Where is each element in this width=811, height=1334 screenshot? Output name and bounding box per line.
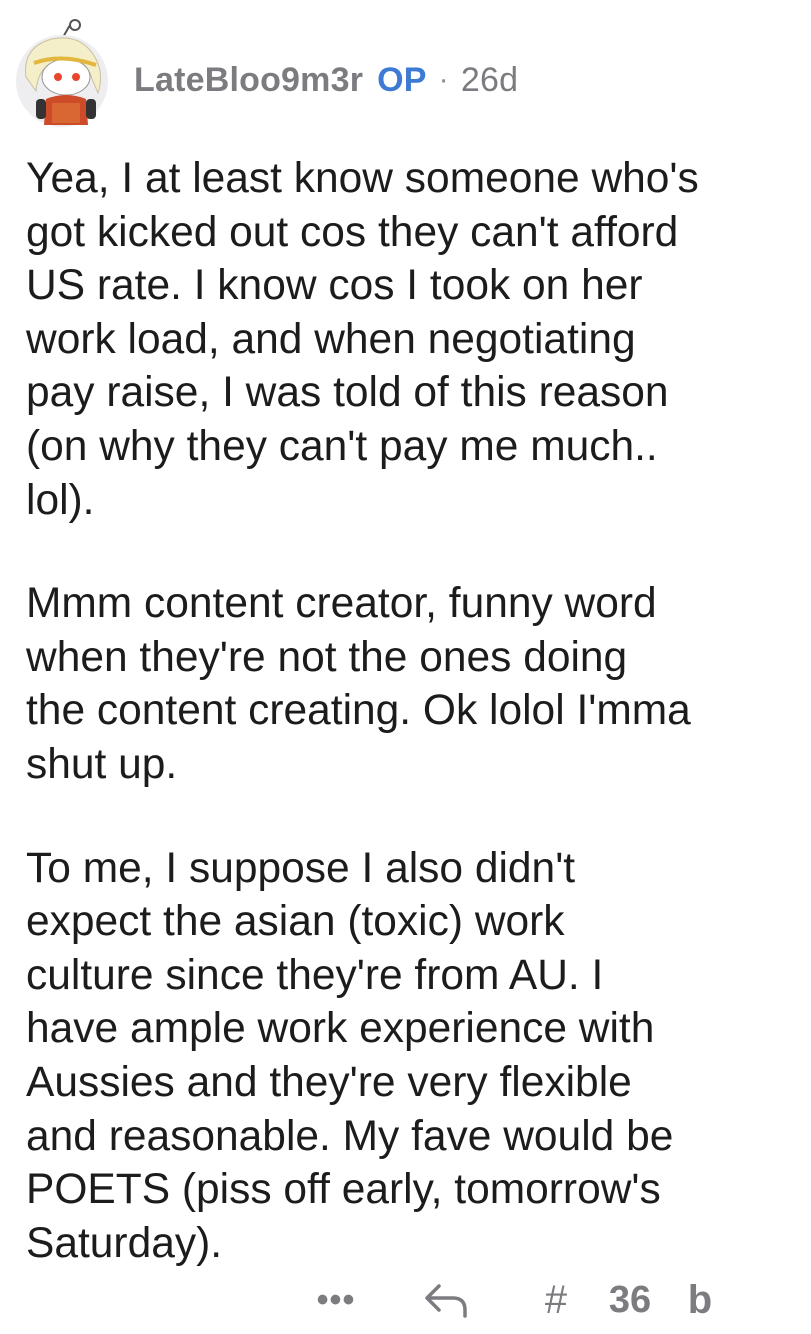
comment-age: 26d	[460, 60, 519, 99]
username-link[interactable]: LateBloo9m3r	[134, 61, 363, 100]
vote-score: 36	[608, 1278, 652, 1321]
comment-paragraph: Yea, I at least know someone who's got k…	[26, 155, 699, 524]
reply-arrow-icon	[425, 1284, 467, 1318]
more-options-button[interactable]: •••	[312, 1270, 360, 1330]
reply-button[interactable]	[418, 1270, 474, 1330]
comment-body: Yea, I at least know someone who's got k…	[26, 152, 796, 1270]
op-badge: OP	[377, 60, 427, 99]
comment-paragraph: Mmm content creator, funny word when the…	[26, 580, 691, 788]
meta-separator: ·	[438, 63, 449, 96]
comment-action-bar: ••• # 36 b	[0, 1270, 811, 1330]
avatar-snoo-icon	[16, 19, 108, 127]
award-button[interactable]: #	[536, 1270, 576, 1330]
comment-paragraph: To me, I suppose I also didn't expect th…	[26, 844, 674, 1267]
user-avatar[interactable]	[12, 19, 112, 129]
comment-header: LateBloo9m3r OP · 26d	[12, 18, 518, 130]
downvote-button[interactable]: b	[680, 1270, 720, 1330]
comment-meta: LateBloo9m3r OP · 26d	[134, 61, 518, 100]
